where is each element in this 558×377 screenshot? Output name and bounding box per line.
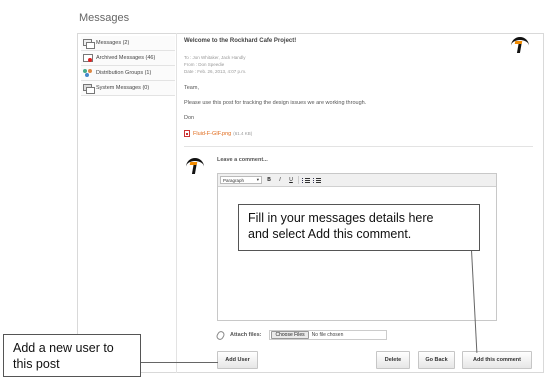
paperclip-icon [215,329,226,341]
file-icon [184,130,190,137]
system-messages-icon [83,84,95,94]
sidebar-item-system[interactable]: System Messages (0) [81,81,175,96]
callout-text: Add a new user to [13,341,114,355]
callout-text: and select Add this comment. [248,227,412,241]
sidebar: Messages (2) Archived Messages (46) Dist… [81,36,175,96]
attach-files-label: Attach files: [230,332,262,338]
brand-logo-icon [511,37,529,53]
page-title: Messages [79,12,130,24]
sidebar-item-label: Archived Messages (46) [96,55,156,61]
message-greeting: Team, [184,85,199,91]
delete-button[interactable]: Delete [376,351,410,369]
attachment-size: (61.4 KB) [233,131,253,136]
sidebar-item-label: Distribution Groups (1) [96,70,152,76]
message-signature: Don [184,115,195,121]
attachment-name[interactable]: Fluid-F-GIF.png [193,131,231,137]
sidebar-item-messages[interactable]: Messages (2) [81,36,175,51]
callout-text: Fill in your messages details here [248,211,434,225]
attachment-link[interactable]: Fluid-F-GIF.png (61.4 KB) [184,130,252,137]
italic-button[interactable]: I [276,177,284,183]
group-icon [83,69,93,77]
messages-icon [83,39,95,49]
sidebar-item-groups[interactable]: Distribution Groups (1) [81,66,175,81]
panel-divider [176,33,177,373]
message-body: Please use this post for tracking the de… [184,100,367,106]
editor-toolbar: Paragraph ▾ B I U [218,174,496,187]
no-file-text: No file chosen [311,332,344,338]
underline-button[interactable]: U [287,177,295,183]
divider [184,146,533,147]
details-callout: Fill in your messages details here and s… [238,204,480,251]
sidebar-item-label: System Messages (0) [96,85,150,91]
sidebar-item-label: Messages (2) [96,40,130,46]
toolbar-separator [298,176,299,184]
message-from: From : Don Speedie [184,62,225,67]
callout-text: this post [13,357,60,371]
bold-button[interactable]: B [265,177,273,183]
sidebar-item-archived[interactable]: Archived Messages (46) [81,51,175,66]
attach-files-row: Attach files: Choose Files No file chose… [215,329,388,341]
add-user-callout: Add a new user to this post [3,334,141,377]
message-date: Date : Feb. 26, 2013, 4:07 p.m. [184,69,247,74]
numbered-list-icon[interactable] [313,177,321,184]
comment-heading: Leave a comment... [217,157,268,163]
callout-pointer [141,362,218,363]
format-select-value: Paragraph [223,177,245,183]
chevron-down-icon: ▾ [256,177,259,182]
format-select[interactable]: Paragraph ▾ [220,176,262,184]
file-input[interactable]: Choose Files No file chosen [269,330,388,340]
add-user-button[interactable]: Add User [217,351,258,369]
archive-icon [83,54,93,62]
bullet-list-icon[interactable] [302,177,310,184]
user-avatar-icon [186,158,204,174]
choose-files-button[interactable]: Choose Files [271,331,309,339]
go-back-button[interactable]: Go Back [418,351,455,369]
message-to: To : Jon Whitaker, Jack Handly [184,55,246,60]
add-comment-button[interactable]: Add this comment [462,351,532,369]
message-title: Welcome to the Rockhard Cafe Project! [184,38,297,44]
